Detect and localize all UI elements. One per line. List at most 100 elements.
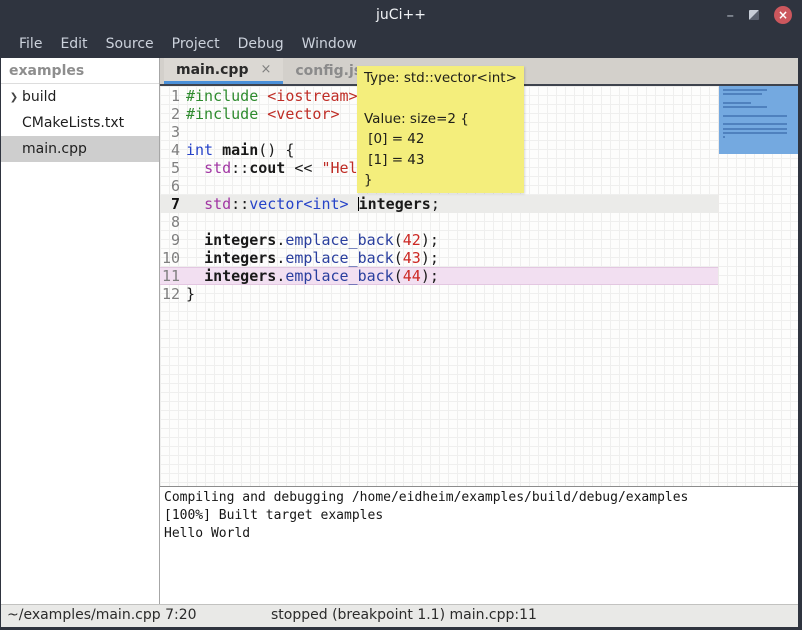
code-token: ); <box>421 249 439 267</box>
code-token <box>186 159 204 177</box>
code-token: ; <box>431 195 440 213</box>
code-token: std <box>204 195 231 213</box>
status-file-location: ~/examples/main.cpp 7:20 <box>7 607 197 623</box>
line-number: 10 <box>160 249 186 267</box>
code-text: std::vector<int> integers; <box>186 195 440 213</box>
code-text: integers.emplace_back(42); <box>186 231 439 249</box>
code-token: . <box>276 231 285 249</box>
minimap-code-line <box>723 89 767 91</box>
sidebar-item-build[interactable]: ❯build <box>1 84 159 110</box>
restore-icon[interactable] <box>749 10 759 20</box>
code-line[interactable]: 11 integers.emplace_back(44); <box>160 267 718 285</box>
code-token: "Hel <box>321 159 357 177</box>
line-number: 2 <box>160 105 186 123</box>
code-token <box>186 249 204 267</box>
code-token: integers <box>204 267 276 285</box>
code-token: main <box>222 141 258 159</box>
minimap-viewport[interactable] <box>719 86 798 154</box>
tooltip-text-line: [0] = 42 <box>364 129 517 149</box>
menu-item-file[interactable]: File <box>10 32 51 56</box>
code-line[interactable]: 12} <box>160 285 718 303</box>
code-token <box>186 195 204 213</box>
code-token: :: <box>231 195 249 213</box>
code-token: vector<int> <box>249 195 348 213</box>
line-number: 7 <box>160 195 186 213</box>
line-number: 1 <box>160 87 186 105</box>
code-token: #include <box>186 105 258 123</box>
code-token: <vector> <box>267 105 339 123</box>
line-number: 4 <box>160 141 186 159</box>
code-text: #include <iostream> <box>186 87 358 105</box>
menu-item-project[interactable]: Project <box>163 32 229 56</box>
tooltip-text-line: Value: size=2 { <box>364 109 517 129</box>
status-debug-state: stopped (breakpoint 1.1) main.cpp:11 <box>271 607 537 623</box>
code-token <box>258 87 267 105</box>
code-token: <iostream> <box>267 87 357 105</box>
code-token <box>186 267 204 285</box>
menu-item-debug[interactable]: Debug <box>229 32 293 56</box>
menu-item-source[interactable]: Source <box>97 32 163 56</box>
line-number: 3 <box>160 123 186 141</box>
chevron-right-icon[interactable]: ❯ <box>6 92 22 103</box>
code-token: :: <box>231 159 249 177</box>
sidebar-item-main-cpp[interactable]: main.cpp <box>1 136 159 162</box>
menu-item-window[interactable]: Window <box>293 32 366 56</box>
minimap-code-line <box>723 123 787 125</box>
code-token: integers <box>359 195 431 213</box>
line-number: 12 <box>160 285 186 303</box>
code-token: integers <box>204 249 276 267</box>
code-line[interactable]: 7 std::vector<int> integers; <box>160 195 718 213</box>
minimize-icon[interactable]: – <box>727 10 735 20</box>
code-line[interactable]: 9 integers.emplace_back(42); <box>160 231 718 249</box>
code-token: cout <box>249 159 285 177</box>
minimap-code-line <box>723 132 787 134</box>
minimap-code-line <box>723 102 751 104</box>
tab-main-cpp[interactable]: main.cpp × <box>164 58 283 84</box>
line-number: 9 <box>160 231 186 249</box>
output-console: Compiling and debugging /home/eidheim/ex… <box>160 486 798 604</box>
sidebar-item-cmakelists-txt[interactable]: CMakeLists.txt <box>1 110 159 136</box>
tooltip-text-line: } <box>364 170 517 190</box>
debug-value-tooltip: Type: std::vector<int> Value: size=2 { [… <box>357 66 524 193</box>
tab-label: main.cpp <box>176 62 248 78</box>
code-token: ( <box>394 231 403 249</box>
code-text: int main() { <box>186 141 294 159</box>
menu-bar: FileEditSourceProjectDebugWindow <box>0 30 802 58</box>
close-icon[interactable]: × <box>774 6 792 24</box>
tree-item-label: CMakeLists.txt <box>22 115 124 131</box>
code-token <box>349 195 358 213</box>
code-token <box>213 141 222 159</box>
code-line[interactable]: 8 <box>160 213 718 231</box>
code-token: integers <box>204 231 276 249</box>
minimap-code-line <box>723 128 787 130</box>
code-token: . <box>276 249 285 267</box>
code-text: integers.emplace_back(44); <box>186 267 439 285</box>
code-token: emplace_back <box>285 231 393 249</box>
line-number: 8 <box>160 213 186 231</box>
tab-close-icon[interactable]: × <box>260 62 271 77</box>
code-token: << <box>285 159 321 177</box>
console-output-line: Compiling and debugging /home/eidheim/ex… <box>164 489 798 507</box>
minimap[interactable] <box>718 86 798 486</box>
code-text: std::cout << "Hel <box>186 159 358 177</box>
title-bar[interactable]: juCi++ – × <box>0 0 802 30</box>
tooltip-text-line <box>364 88 517 108</box>
tree-item-label: build <box>22 89 56 105</box>
app-window: juCi++ – × FileEditSourceProjectDebugWin… <box>0 0 802 630</box>
code-token: ( <box>394 267 403 285</box>
console-output-line: Hello World <box>164 525 798 543</box>
code-token: 44 <box>403 267 421 285</box>
minimap-code-line <box>723 106 767 108</box>
menu-item-edit[interactable]: Edit <box>51 32 96 56</box>
code-token: ( <box>394 249 403 267</box>
project-name-header: examples <box>1 58 159 84</box>
code-token: std <box>204 159 231 177</box>
code-token: 42 <box>403 231 421 249</box>
tooltip-text-line: Type: std::vector<int> <box>364 68 517 88</box>
code-line[interactable]: 10 integers.emplace_back(43); <box>160 249 718 267</box>
code-token: ); <box>421 267 439 285</box>
file-tree-panel: examples ❯build CMakeLists.txt main.cpp <box>1 58 159 604</box>
code-token: () { <box>258 141 294 159</box>
code-token: . <box>276 267 285 285</box>
code-token: } <box>186 285 195 303</box>
